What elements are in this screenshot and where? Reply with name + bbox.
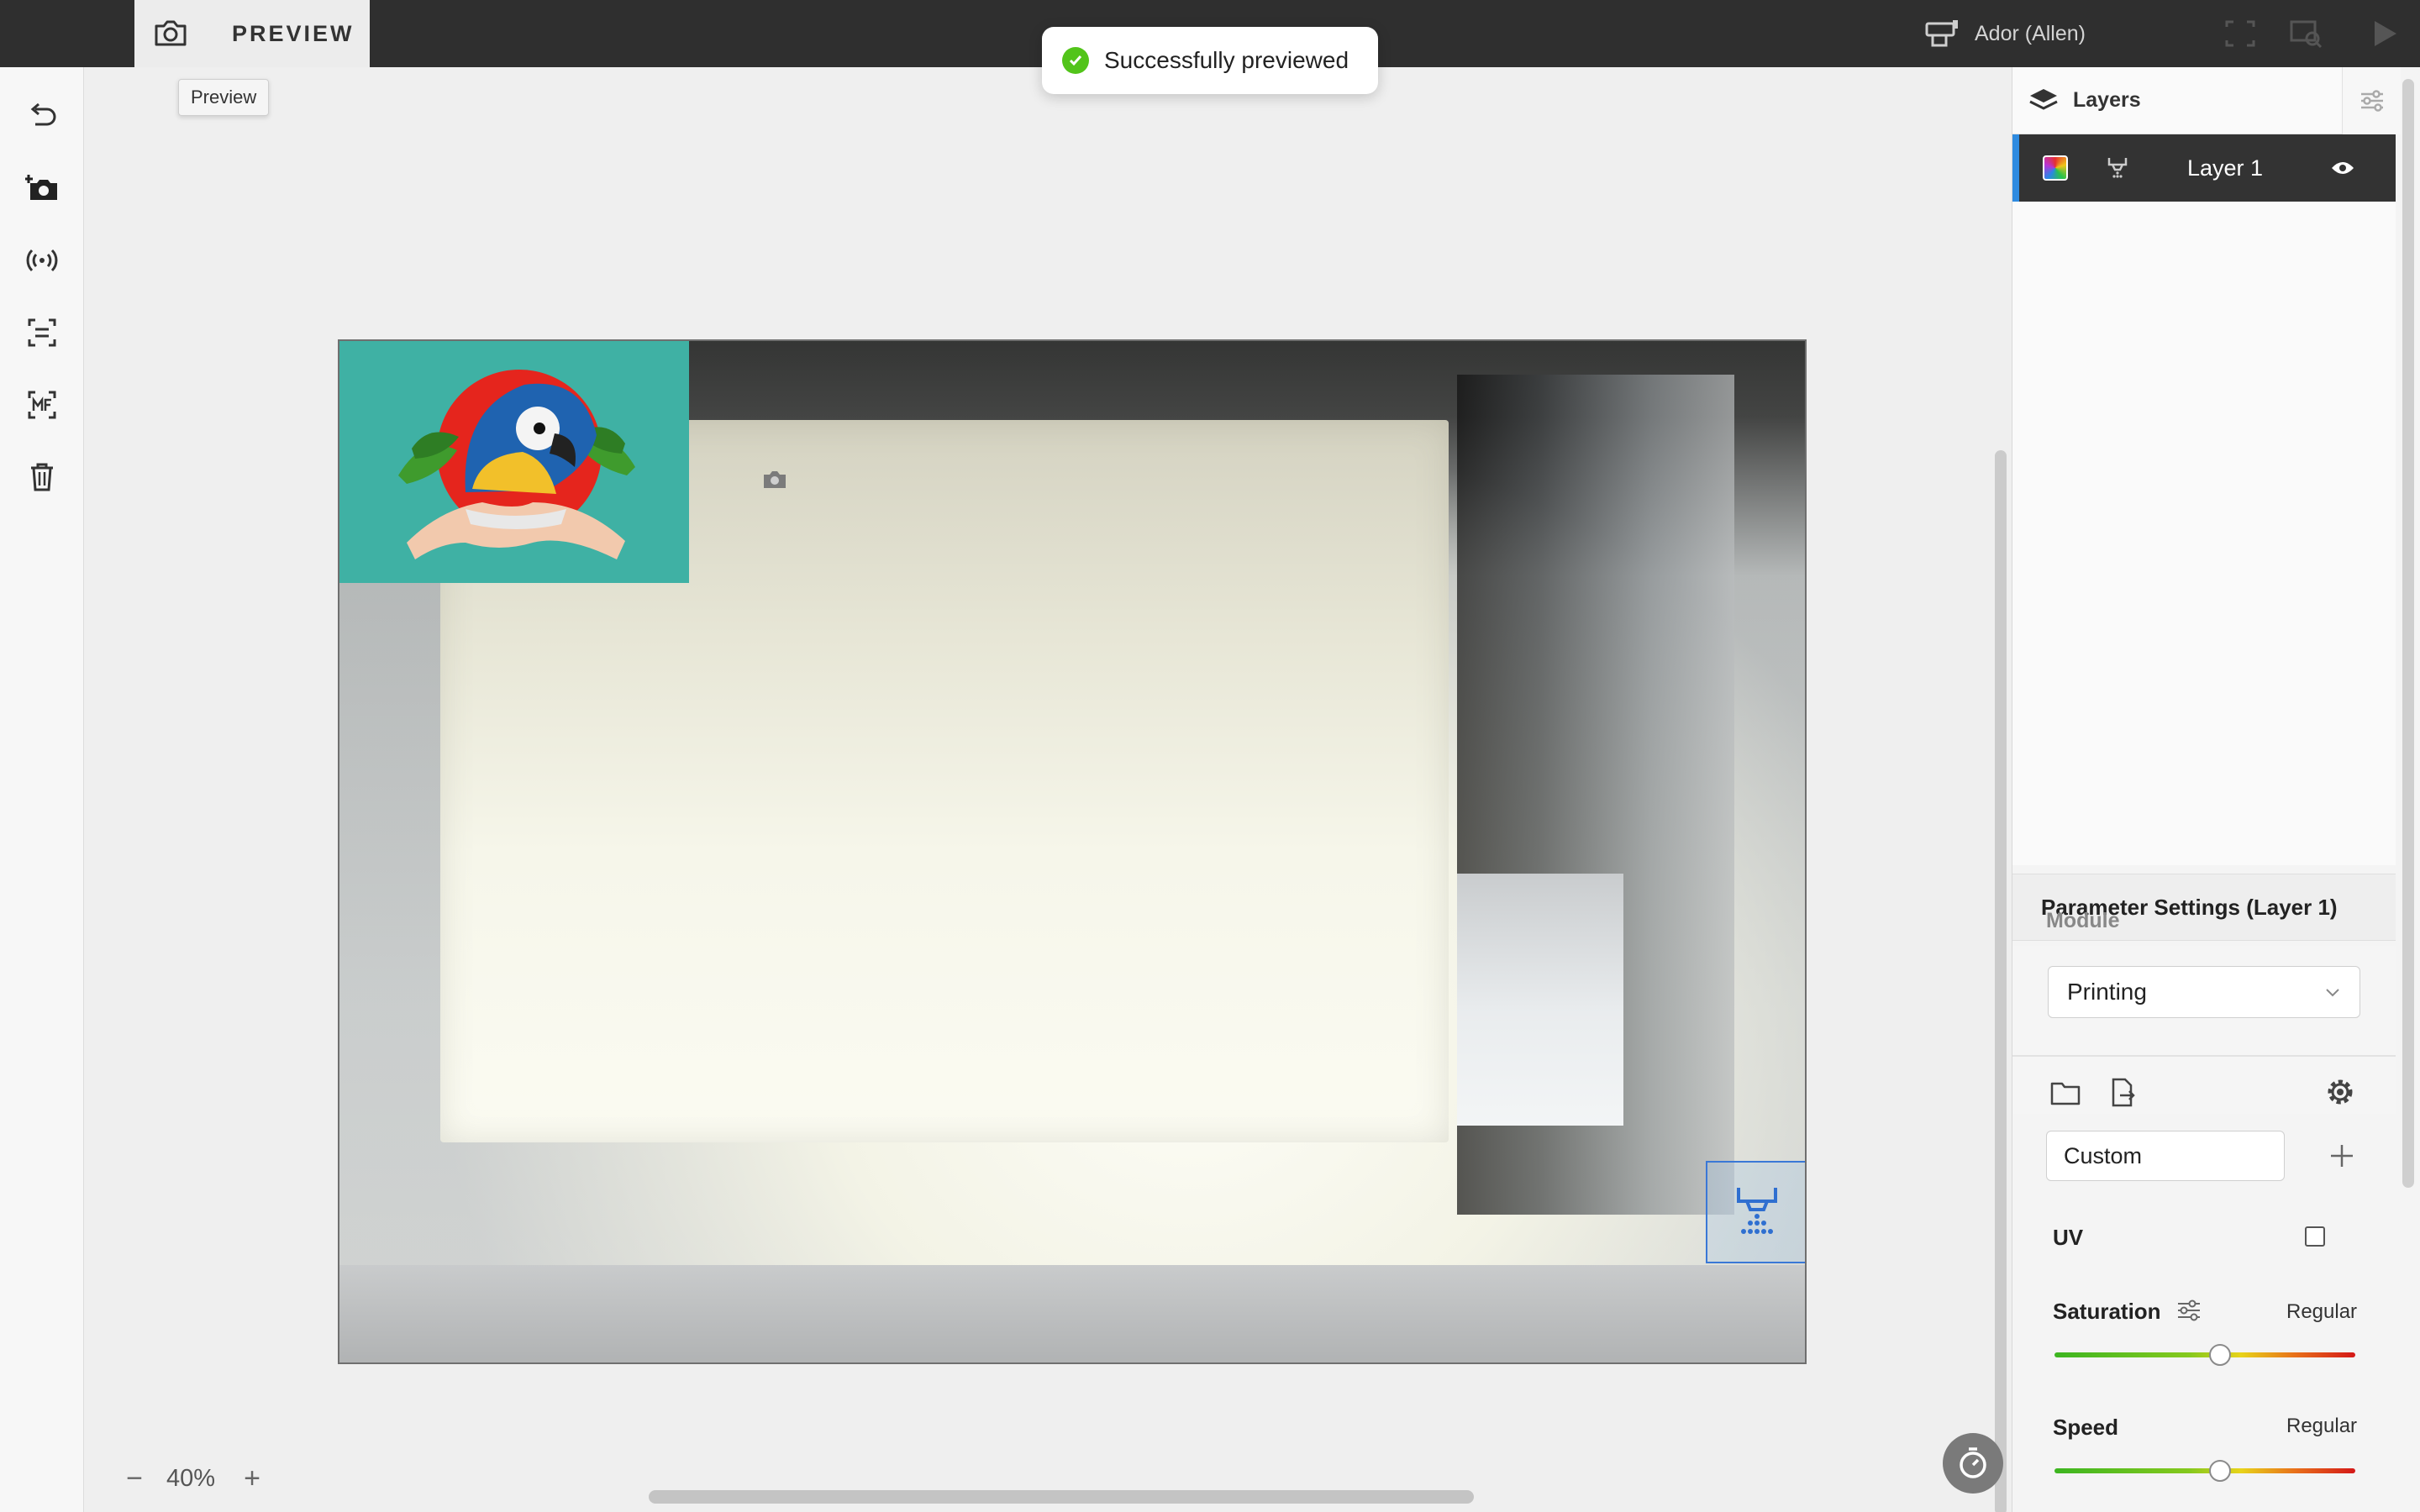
saturation-slider[interactable] xyxy=(2054,1344,2355,1366)
chevron-down-icon xyxy=(2326,989,2339,997)
trash-icon xyxy=(31,463,53,491)
uv-checkbox[interactable] xyxy=(2305,1226,2325,1247)
folder-icon[interactable] xyxy=(2049,1077,2081,1109)
add-preset-button[interactable] xyxy=(2328,1142,2355,1169)
layers-icon xyxy=(2029,88,2058,110)
section-divider xyxy=(2012,1055,2396,1057)
sliders-icon xyxy=(2360,90,2383,112)
panel-scrollbar[interactable] xyxy=(2402,79,2414,1188)
gear-icon[interactable] xyxy=(2323,1075,2357,1109)
material-offcut xyxy=(1457,874,1623,1126)
left-toolbar xyxy=(0,67,84,1512)
camera-preview-workarea[interactable] xyxy=(338,339,1807,1364)
parrot-image[interactable] xyxy=(339,341,689,583)
full-color-icon[interactable] xyxy=(2043,155,2068,181)
export-file-icon[interactable] xyxy=(2107,1077,2139,1109)
zoom-in-button[interactable]: + xyxy=(234,1462,271,1495)
connection-button[interactable] xyxy=(24,242,60,279)
saturation-slider-handle[interactable] xyxy=(2208,1344,2231,1366)
speed-value: Regular xyxy=(2286,1415,2358,1437)
module-select[interactable]: Printing xyxy=(2048,966,2360,1018)
preview-tab[interactable]: PREVIEW xyxy=(134,0,370,67)
canvas-area[interactable] xyxy=(84,67,1991,1512)
multi-focus-button[interactable] xyxy=(24,386,60,423)
layer-row[interactable]: Layer 1 xyxy=(2012,134,2396,202)
machine-name: Ador (Allen) xyxy=(1975,21,2086,45)
auto-focus-button[interactable] xyxy=(24,314,60,351)
preview-label: PREVIEW xyxy=(232,20,355,46)
multi-focus-icon xyxy=(28,391,56,419)
zoom-control: − 40% + xyxy=(116,1460,271,1497)
saturation-value: Regular xyxy=(2286,1300,2358,1323)
print-head-icon xyxy=(1737,1188,1777,1234)
preset-tools xyxy=(2049,1077,2164,1109)
layer-options-button[interactable] xyxy=(2342,67,2401,134)
saturation-settings-icon[interactable] xyxy=(2175,1299,2202,1322)
uv-label: UV xyxy=(2053,1225,2084,1250)
saturation-label: Saturation xyxy=(2053,1299,2161,1324)
canvas-vertical-scrollbar[interactable] xyxy=(1995,450,2007,1512)
frame-icon[interactable] xyxy=(2223,18,2257,49)
speed-slider[interactable] xyxy=(2054,1460,2355,1482)
canvas-horizontal-scrollbar[interactable] xyxy=(649,1490,1474,1504)
play-icon[interactable] xyxy=(2368,18,2402,49)
undo-icon xyxy=(30,102,56,126)
machine-rail xyxy=(339,1265,1805,1362)
parrot-illustration xyxy=(398,370,635,559)
speed-label: Speed xyxy=(2053,1415,2119,1440)
print-head-position[interactable] xyxy=(1706,1161,1805,1263)
printer-icon xyxy=(1925,20,1958,47)
layer-name[interactable]: Layer 1 xyxy=(2187,155,2288,181)
module-value: Printing xyxy=(2067,979,2147,1005)
layer-list xyxy=(2012,202,2396,916)
undo-button[interactable] xyxy=(24,97,60,134)
add-camera-button[interactable] xyxy=(24,170,60,207)
path-preview-icon[interactable] xyxy=(2289,18,2323,49)
zoom-out-button[interactable]: − xyxy=(116,1462,153,1495)
add-camera-icon xyxy=(25,175,57,200)
layers-tab[interactable]: Layers xyxy=(2012,67,2342,134)
timer-reset-icon xyxy=(1960,1447,1986,1478)
layers-title: Layers xyxy=(2073,88,2141,112)
camera-icon xyxy=(155,20,187,46)
speed-slider-handle[interactable] xyxy=(2208,1460,2231,1482)
eye-icon[interactable] xyxy=(2330,159,2355,177)
print-module-icon xyxy=(2107,158,2128,178)
camera-marker-icon xyxy=(764,471,786,488)
delete-button[interactable] xyxy=(24,459,60,496)
right-panel: Layers Layer 1 Parameter Settings (Layer… xyxy=(2012,67,2420,1512)
auto-focus-icon xyxy=(28,318,56,347)
zoom-level: 40% xyxy=(166,1464,216,1492)
connection-icon xyxy=(26,249,58,272)
preset-name-input[interactable] xyxy=(2046,1131,2285,1181)
module-label: Module xyxy=(2046,909,2120,932)
machine-selector[interactable]: Ador (Allen) xyxy=(1924,15,2086,52)
reset-view-button[interactable] xyxy=(1943,1433,2003,1494)
